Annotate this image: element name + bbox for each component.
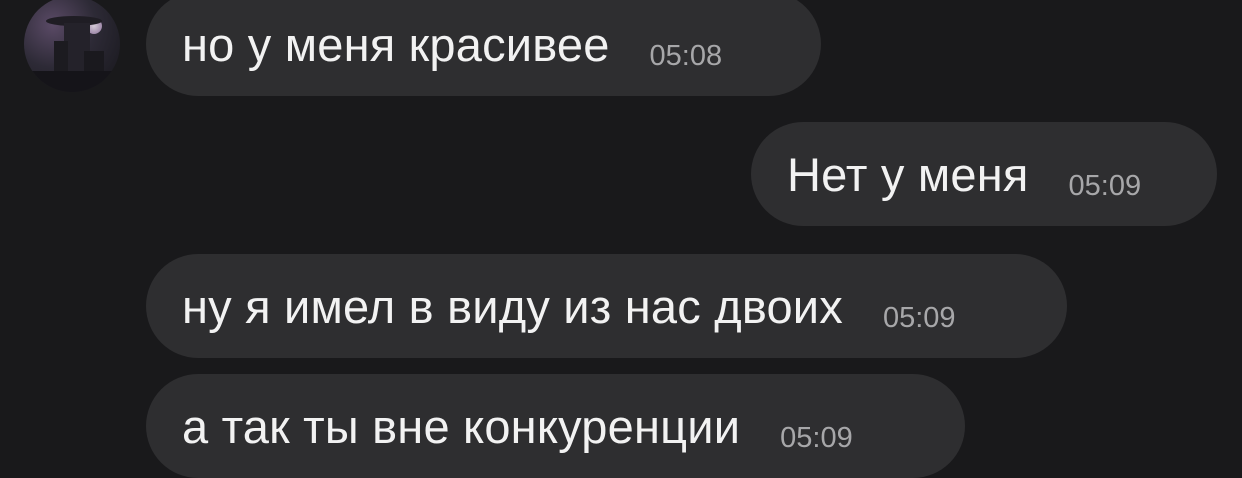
message-time: 05:09 xyxy=(1068,169,1142,202)
message-text: Нет у меня xyxy=(787,147,1029,201)
message-text: ну я имел в виду из нас двоих xyxy=(182,279,843,333)
message-bubble-incoming[interactable]: но у меня красивее 05:08 xyxy=(146,0,821,96)
message-text: но у меня красивее xyxy=(182,17,610,71)
message-time: 05:08 xyxy=(649,39,723,72)
message-bubble-incoming[interactable]: ну я имел в виду из нас двоих 05:09 xyxy=(146,254,1067,358)
message-bubble-incoming[interactable]: а так ты вне конкуренции 05:09 xyxy=(146,374,965,478)
message-bubble-outgoing[interactable]: Нет у меня 05:09 xyxy=(751,122,1217,226)
profile-photo-icon xyxy=(24,16,120,92)
contact-avatar[interactable] xyxy=(24,0,120,92)
message-text: а так ты вне конкуренции xyxy=(182,399,741,453)
message-time: 05:09 xyxy=(780,421,853,454)
message-time: 05:09 xyxy=(882,301,956,334)
